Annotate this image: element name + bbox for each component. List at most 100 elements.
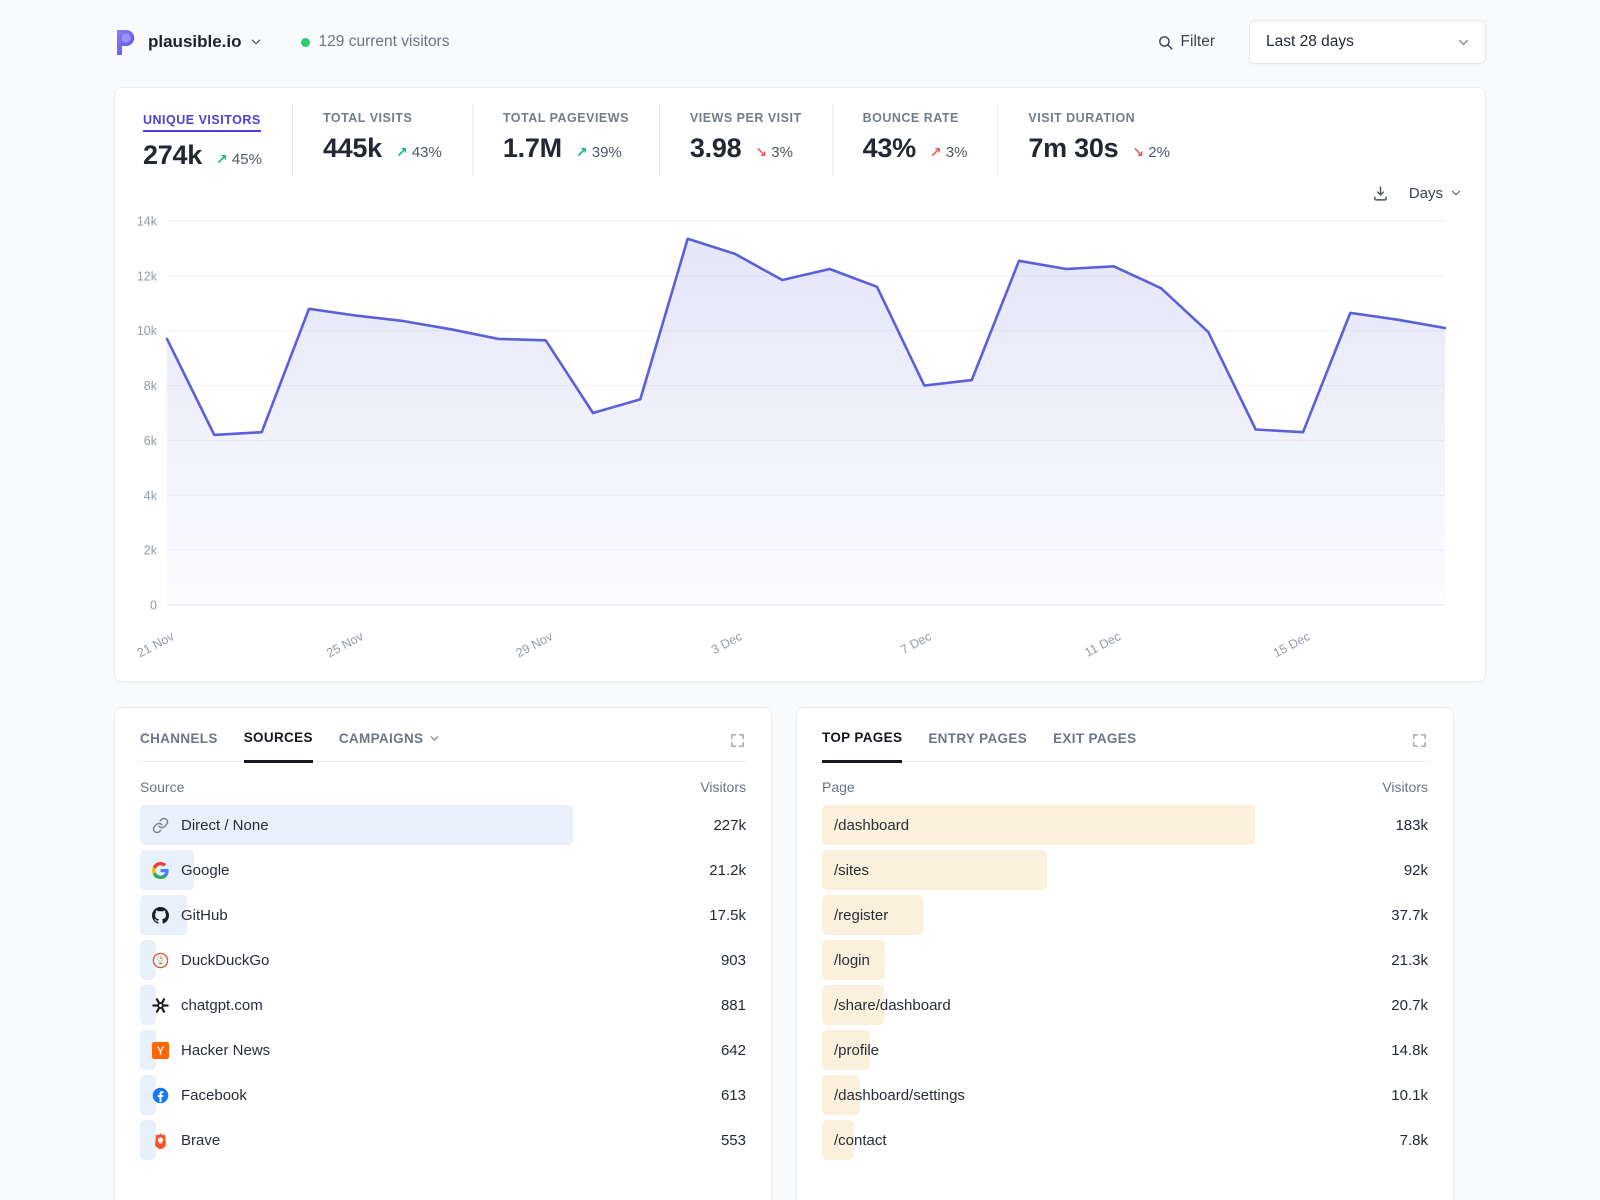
row-visitors: 17.5k [709, 907, 746, 924]
row-label: /dashboard [834, 817, 909, 834]
sources-tab-campaigns[interactable]: CAMPAIGNS [339, 730, 442, 761]
svg-text:11 Dec: 11 Dec [1082, 629, 1123, 660]
row-label: /login [834, 952, 870, 969]
row-visitors: 642 [721, 1042, 746, 1059]
expand-icon[interactable] [729, 732, 746, 749]
row-visitors: 37.7k [1391, 907, 1428, 924]
row-label: /sites [834, 862, 869, 879]
interval-dropdown[interactable]: Days [1409, 185, 1463, 202]
sources-tab-channels[interactable]: CHANNELS [140, 730, 218, 761]
stat-value: 3.98 [690, 133, 741, 164]
stat-views-per-visit[interactable]: VIEWS PER VISIT3.98↘ 3% [690, 103, 833, 177]
source-row-direct-none[interactable]: Direct / None 227k [140, 805, 746, 845]
sources-tab-sources[interactable]: SOURCES [244, 730, 313, 763]
page-row-dashboard-settings[interactable]: /dashboard/settings10.1k [822, 1075, 1428, 1115]
svg-text:25 Nov: 25 Nov [324, 629, 366, 660]
row-label: Direct / None [181, 817, 269, 834]
current-visitors-link[interactable]: 129 current visitors [301, 33, 450, 51]
svg-text:12k: 12k [137, 269, 158, 283]
page-row-dashboard[interactable]: /dashboard 183k [822, 805, 1428, 845]
source-row-brave[interactable]: Brave553 [140, 1120, 746, 1160]
stat-label: BOUNCE RATE [863, 111, 968, 125]
breakdown-grid: CHANNELSSOURCESCAMPAIGNS Source Visitors… [114, 707, 1486, 1200]
site-name[interactable]: plausible.io [148, 32, 242, 52]
sources-rows: Direct / None 227k Google21.2k GitHub 17.5k D… [140, 805, 746, 1160]
interval-label: Days [1409, 185, 1443, 202]
stat-change: ↗ 43% [396, 144, 442, 161]
stat-change: ↘ 2% [1132, 144, 1170, 161]
source-row-chatgpt-com[interactable]: chatgpt.com881 [140, 985, 746, 1025]
svg-text:2k: 2k [144, 544, 158, 558]
stat-bounce-rate[interactable]: BOUNCE RATE43%↗ 3% [863, 103, 999, 177]
row-label: GitHub [181, 907, 228, 924]
site-switcher-chevron-icon[interactable] [249, 35, 263, 49]
row-visitors: 14.8k [1391, 1042, 1428, 1059]
pages-tab-exit-pages[interactable]: EXIT PAGES [1053, 730, 1136, 761]
source-row-hacker-news[interactable]: Hacker News642 [140, 1030, 746, 1070]
row-visitors: 903 [721, 952, 746, 969]
page-row-sites[interactable]: /sites 92k [822, 850, 1428, 890]
page-row-share-dashboard[interactable]: /share/dashboard20.7k [822, 985, 1428, 1025]
row-visitors: 553 [721, 1132, 746, 1149]
filter-button[interactable]: Filter [1157, 33, 1215, 51]
pages-rows: /dashboard 183k/sites 92k/register 37.7k/lo… [822, 805, 1428, 1160]
svg-text:7 Dec: 7 Dec [898, 629, 933, 657]
trend-up-icon: ↗ [216, 151, 228, 167]
duckduckgo-icon [152, 952, 169, 969]
filter-label: Filter [1181, 33, 1215, 51]
chevron-down-icon [1449, 186, 1463, 200]
page-row-profile[interactable]: /profile 14.8k [822, 1030, 1428, 1070]
row-visitors: 21.3k [1391, 952, 1428, 969]
stat-total-pageviews[interactable]: TOTAL PAGEVIEWS1.7M↗ 39% [503, 103, 660, 177]
stats-row: UNIQUE VISITORS274k↗ 45%TOTAL VISITS445k… [115, 103, 1485, 177]
row-label: /register [834, 907, 888, 924]
trend-up-icon: ↗ [576, 144, 588, 160]
pages-card: TOP PAGESENTRY PAGESEXIT PAGES Page Visi… [796, 707, 1454, 1200]
sources-visitors-header: Visitors [700, 779, 746, 795]
row-visitors: 227k [713, 817, 746, 834]
row-visitors: 92k [1404, 862, 1428, 879]
stat-change: ↗ 45% [216, 151, 262, 168]
pages-tab-top-pages[interactable]: TOP PAGES [822, 730, 902, 763]
chevron-down-icon [1456, 35, 1471, 50]
trend-down-icon: ↘ [1132, 144, 1144, 160]
row-label: Google [181, 862, 229, 879]
hackernews-icon [152, 1042, 169, 1059]
source-row-facebook[interactable]: Facebook613 [140, 1075, 746, 1115]
row-label: /profile [834, 1042, 879, 1059]
svg-text:21 Nov: 21 Nov [135, 629, 177, 660]
trend-up-icon: ↗ [930, 144, 942, 160]
source-row-duckduckgo[interactable]: DuckDuckGo 903 [140, 940, 746, 980]
svg-text:6k: 6k [144, 434, 158, 448]
stat-total-visits[interactable]: TOTAL VISITS445k↗ 43% [323, 103, 473, 177]
row-visitors: 7.8k [1400, 1132, 1428, 1149]
stat-unique-visitors[interactable]: UNIQUE VISITORS274k↗ 45% [143, 103, 293, 177]
stat-value: 274k [143, 140, 202, 171]
visitors-chart[interactable]: 02k4k6k8k10k12k14k21 Nov25 Nov29 Nov3 De… [115, 207, 1453, 675]
sources-tabs: CHANNELS SOURCES CAMPAIGNS [140, 730, 441, 761]
date-range-picker[interactable]: Last 28 days [1249, 20, 1486, 64]
visitors-card: UNIQUE VISITORS274k↗ 45%TOTAL VISITS445k… [114, 87, 1486, 682]
download-icon[interactable] [1372, 185, 1389, 202]
source-row-google[interactable]: Google21.2k [140, 850, 746, 890]
page-row-contact[interactable]: /contact7.8k [822, 1120, 1428, 1160]
svg-text:15 Dec: 15 Dec [1271, 629, 1313, 660]
stat-label: VIEWS PER VISIT [690, 111, 802, 125]
row-label: DuckDuckGo [181, 952, 269, 969]
row-visitors: 183k [1395, 817, 1428, 834]
chart-tools: Days [115, 179, 1485, 207]
stat-value: 1.7M [503, 133, 562, 164]
stat-change: ↗ 3% [930, 144, 968, 161]
date-range-value: Last 28 days [1266, 33, 1354, 51]
page-row-login[interactable]: /login 21.3k [822, 940, 1428, 980]
stat-visit-duration[interactable]: VISIT DURATION7m 30s↘ 2% [1028, 103, 1200, 177]
stat-label: TOTAL VISITS [323, 111, 442, 125]
current-visitors-label: 129 current visitors [319, 33, 450, 51]
pages-tab-entry-pages[interactable]: ENTRY PAGES [928, 730, 1027, 761]
svg-text:29 Nov: 29 Nov [514, 629, 556, 660]
expand-icon[interactable] [1411, 732, 1428, 749]
stat-change: ↗ 39% [576, 144, 622, 161]
page-row-register[interactable]: /register 37.7k [822, 895, 1428, 935]
topbar: plausible.io 129 current visitors Filter… [114, 18, 1486, 66]
source-row-github[interactable]: GitHub 17.5k [140, 895, 746, 935]
